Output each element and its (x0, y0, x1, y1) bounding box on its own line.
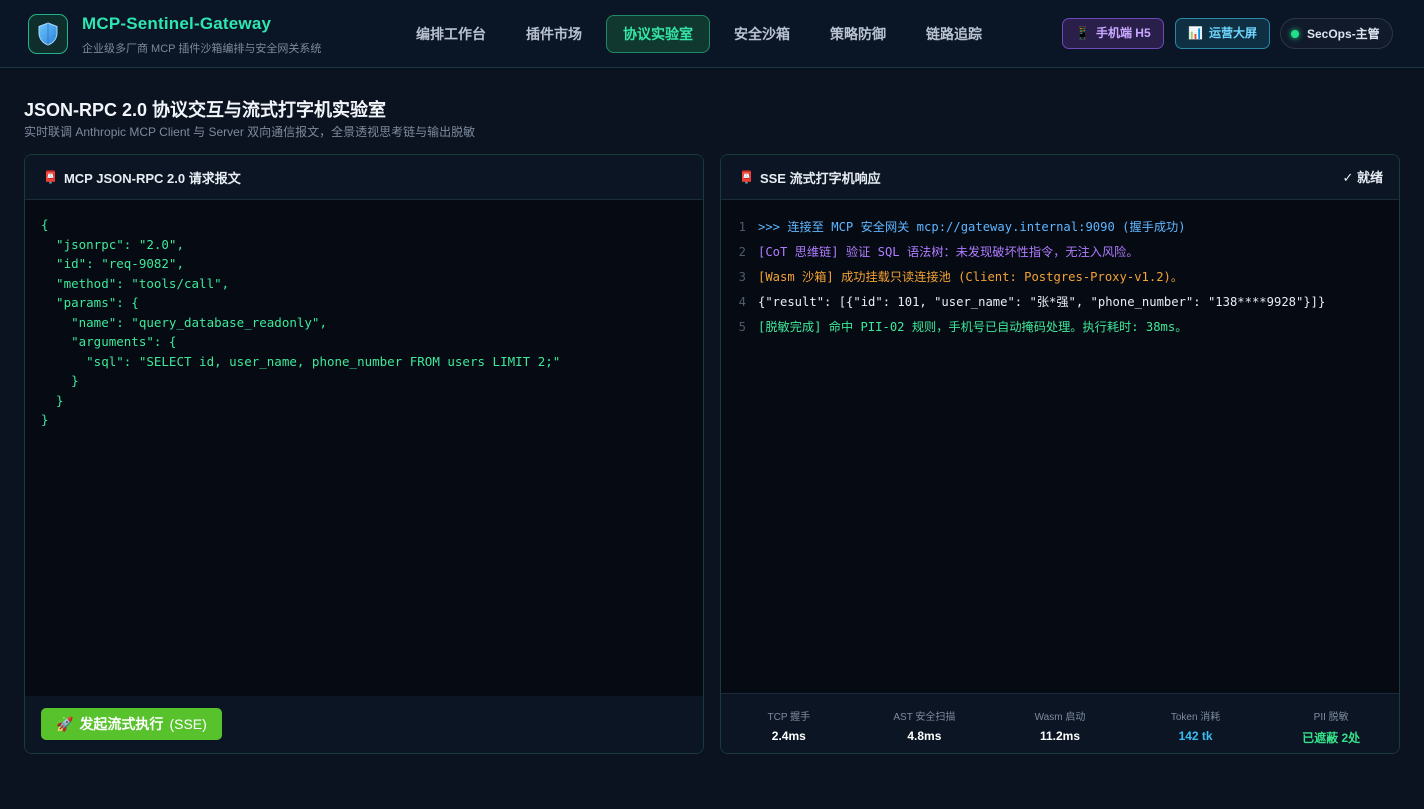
shield-icon (38, 22, 58, 46)
stream-line: 1 >>> 连接至 MCP 安全网关 mcp://gateway.interna… (721, 215, 1399, 240)
request-panel-title: MCP JSON-RPC 2.0 请求报文 (63, 170, 241, 186)
request-json-editor[interactable]: { "jsonrpc": "2.0", "id": "req-9082", "m… (41, 215, 687, 430)
run-stream-suffix: (SSE) (169, 716, 207, 732)
metric-value: 2.4ms (771, 729, 806, 743)
response-panel-title: SSE 流式打字机响应 (759, 170, 881, 186)
rocket-icon: 🚀 (56, 715, 74, 732)
page-subtitle: 实时联调 Anthropic MCP Client 与 Server 双向通信报… (24, 125, 476, 139)
metrics-bar: TCP 握手 2.4ms AST 安全扫描 4.8ms Wasm 启动 11.2… (721, 693, 1399, 753)
metric-value: 已遮蔽 2处 (1302, 731, 1361, 745)
run-stream-button[interactable]: 🚀 发起流式执行 (SSE) (41, 708, 222, 740)
metric-wasm-startup: Wasm 启动 11.2ms (992, 694, 1128, 753)
user-menu[interactable]: SecOps-主管 (1280, 18, 1393, 49)
stream-line: 3 [Wasm 沙箱] 成功挂载只读连接池 (Client: Postgres-… (721, 265, 1399, 290)
request-panel-footer: 🚀 发起流式执行 (SSE) (25, 696, 703, 753)
stream-line-text: [Wasm 沙箱] 成功挂载只读连接池 (Client: Postgres-Pr… (758, 270, 1184, 284)
stream-line-text: >>> 连接至 MCP 安全网关 mcp://gateway.internal:… (758, 220, 1186, 234)
response-panel: 📮 SSE 流式打字机响应 ✓ 就绪 1 >>> 连接至 MCP 安全网关 mc… (720, 154, 1400, 754)
user-name: SecOps-主管 (1307, 27, 1380, 41)
ready-status: ✓ 就绪 (1342, 170, 1383, 185)
stream-line: 2 [CoT 思维链] 验证 SQL 语法树：未发现破坏性指令，无注入风险。 (721, 240, 1399, 265)
bar-chart-icon: 📊 (1188, 26, 1203, 40)
metric-pii-masking: PII 脱敏 已遮蔽 2处 (1263, 694, 1399, 753)
metric-label: PII 脱敏 (1313, 712, 1349, 723)
nav-tab-workbench[interactable]: 编排工作台 (396, 15, 506, 53)
mailbox-icon: 📮 (43, 170, 58, 184)
metric-value: 142 tk (1178, 729, 1213, 743)
metric-value: 11.2ms (1039, 729, 1080, 743)
request-panel: 📮 MCP JSON-RPC 2.0 请求报文 { "jsonrpc": "2.… (24, 154, 704, 754)
metric-label: AST 安全扫描 (893, 712, 956, 723)
app-title: MCP-Sentinel-Gateway (82, 14, 272, 33)
app-logo[interactable] (28, 14, 68, 54)
stream-line-text: [脱敏完成] 命中 PII-02 规则，手机号已自动掩码处理。执行耗时: 38m… (758, 320, 1188, 334)
line-number: 3 (738, 270, 746, 284)
metric-value: 4.8ms (907, 729, 942, 743)
response-panel-header: 📮 SSE 流式打字机响应 ✓ 就绪 (721, 155, 1399, 200)
nav-tab-trace[interactable]: 链路追踪 (906, 15, 1002, 53)
nav-tab-sandbox[interactable]: 安全沙箱 (714, 15, 810, 53)
mailbox-icon: 📮 (739, 170, 754, 184)
stream-line-text: [CoT 思维链] 验证 SQL 语法树：未发现破坏性指令，无注入风险。 (758, 245, 1139, 259)
online-status-icon (1291, 29, 1299, 38)
nav-tab-plugin-market[interactable]: 插件市场 (506, 15, 602, 53)
page-title: JSON-RPC 2.0 协议交互与流式打字机实验室 (24, 100, 387, 120)
stream-line-text: {"result": [{"id": 101, "user_name": "张*… (758, 295, 1326, 309)
sse-output-stream: 1 >>> 连接至 MCP 安全网关 mcp://gateway.interna… (721, 215, 1399, 340)
line-number: 4 (738, 295, 746, 309)
line-number: 1 (738, 220, 746, 234)
run-stream-label: 发起流式执行 (79, 716, 164, 732)
metric-token-usage: Token 消耗 142 tk (1128, 694, 1264, 753)
metric-ast-scan: AST 安全扫描 4.8ms (857, 694, 993, 753)
metric-tcp-handshake: TCP 握手 2.4ms (721, 694, 857, 753)
main-nav: 编排工作台 插件市场 协议实验室 安全沙箱 策略防御 链路追踪 (396, 15, 1002, 53)
line-number: 5 (738, 320, 746, 334)
stream-line: 5 [脱敏完成] 命中 PII-02 规则，手机号已自动掩码处理。执行耗时: 3… (721, 315, 1399, 340)
mobile-phone-icon: 📱 (1075, 26, 1090, 40)
nav-tab-policy-defense[interactable]: 策略防御 (810, 15, 906, 53)
line-number: 2 (738, 245, 746, 259)
app-subtitle: 企业级多厂商 MCP 插件沙箱编排与安全网关系统 (82, 43, 322, 55)
metric-label: Token 消耗 (1170, 712, 1221, 723)
metric-label: Wasm 启动 (1034, 712, 1086, 723)
ops-dashboard-button[interactable]: 📊 运营大屏 (1175, 18, 1270, 49)
metric-label: TCP 握手 (767, 712, 811, 723)
request-panel-header: 📮 MCP JSON-RPC 2.0 请求报文 (25, 155, 703, 200)
stream-line: 4 {"result": [{"id": 101, "user_name": "… (721, 290, 1399, 315)
mobile-h5-label: 手机端 H5 (1095, 26, 1151, 40)
mobile-h5-button[interactable]: 📱 手机端 H5 (1062, 18, 1164, 49)
ops-dashboard-label: 运营大屏 (1208, 26, 1257, 40)
nav-tab-protocol-lab[interactable]: 协议实验室 (606, 15, 710, 53)
top-navbar: MCP-Sentinel-Gateway 企业级多厂商 MCP 插件沙箱编排与安… (0, 0, 1424, 68)
